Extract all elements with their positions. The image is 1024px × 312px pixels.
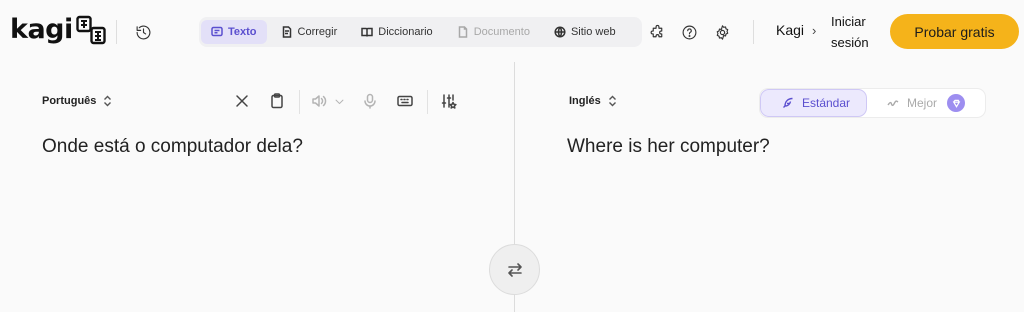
voice-dropdown[interactable] <box>331 90 347 112</box>
document-icon <box>458 26 467 38</box>
history-button[interactable] <box>131 20 155 44</box>
toolbar-divider <box>299 90 300 114</box>
kagi-logo[interactable]: kagi <box>10 15 106 45</box>
tab-label: Diccionario <box>378 26 433 38</box>
chevron-down-icon <box>335 99 343 104</box>
premium-badge <box>947 94 966 112</box>
book-icon <box>361 27 374 37</box>
swap-languages-button[interactable] <box>489 244 540 295</box>
speaker-icon <box>312 95 327 107</box>
kagi-link-label: Kagi <box>776 22 805 38</box>
history-icon <box>136 25 150 39</box>
tab-corregir[interactable]: Corregir <box>271 20 348 44</box>
target-language-label: Inglés <box>569 95 601 107</box>
tab-texto[interactable]: Texto <box>201 20 267 44</box>
globe-icon <box>554 26 566 38</box>
tab-label: Corregir <box>297 26 338 38</box>
quality-standard-option[interactable]: Estándar <box>760 89 867 117</box>
tab-documento[interactable]: Documento <box>447 20 540 44</box>
microphone-icon <box>364 93 376 109</box>
tab-diccionario[interactable]: Diccionario <box>351 20 442 44</box>
target-panel: Inglés Estándar Mejor Where is her compu… <box>515 62 1024 312</box>
chevron-right-icon: › <box>812 22 817 38</box>
tab-label: Sitio web <box>570 26 616 38</box>
translator-main: Português Onde está o computador dela? I… <box>0 62 1024 312</box>
source-language-select[interactable]: Português <box>42 95 112 107</box>
try-free-button[interactable]: Probar gratis <box>890 14 1019 49</box>
translation-options-button[interactable] <box>438 90 460 112</box>
sort-arrows-icon <box>104 95 112 107</box>
translated-text: Where is her computer? <box>567 136 770 157</box>
header-divider <box>753 20 754 44</box>
sliders-icon <box>441 94 457 109</box>
toolbar-divider <box>427 90 428 114</box>
help-button[interactable] <box>677 20 701 44</box>
sort-arrows-icon <box>608 95 616 107</box>
tab-label: Texto <box>228 26 257 38</box>
clipboard-icon <box>271 93 283 109</box>
keyboard-button[interactable] <box>394 90 416 112</box>
translate-glyph-icon <box>76 15 106 45</box>
source-text-input[interactable]: Onde está o computador dela? <box>42 136 303 158</box>
tab-sitio-web[interactable]: Sitio web <box>544 20 626 44</box>
quality-better-option[interactable]: Mejor <box>867 89 985 117</box>
listen-button[interactable] <box>308 90 330 112</box>
gem-icon <box>952 99 960 108</box>
signature-icon <box>887 100 899 107</box>
source-panel: Português Onde está o computador dela? <box>0 62 514 312</box>
top-header: kagi Texto Corregir Diccionario Document… <box>0 0 1024 62</box>
help-icon <box>682 25 696 39</box>
quality-toggle: Estándar Mejor <box>759 88 986 118</box>
close-icon <box>236 95 248 107</box>
signin-link[interactable]: Iniciar sesión <box>831 11 881 53</box>
gear-icon <box>716 24 728 40</box>
header-divider <box>116 20 117 44</box>
kagi-link[interactable]: Kagi › <box>776 22 816 38</box>
quality-better-label: Mejor <box>907 96 938 110</box>
feather-icon <box>783 97 793 108</box>
logo-text: kagi <box>10 14 73 45</box>
microphone-button[interactable] <box>359 90 381 112</box>
clear-button[interactable] <box>231 90 253 112</box>
target-language-select[interactable]: Inglés <box>569 95 617 107</box>
tab-label: Documento <box>473 26 530 38</box>
text-chat-icon <box>211 26 223 37</box>
puzzle-icon <box>650 24 662 37</box>
swap-arrows-icon <box>507 262 522 277</box>
paste-button[interactable] <box>266 90 288 112</box>
proofread-icon <box>282 26 291 38</box>
quality-standard-label: Estándar <box>802 96 851 110</box>
mode-tabs: Texto Corregir Diccionario Documento Sit… <box>199 17 642 47</box>
source-language-label: Português <box>42 95 97 107</box>
extension-button[interactable] <box>645 20 669 44</box>
settings-button[interactable] <box>710 20 734 44</box>
keyboard-icon <box>397 95 413 107</box>
